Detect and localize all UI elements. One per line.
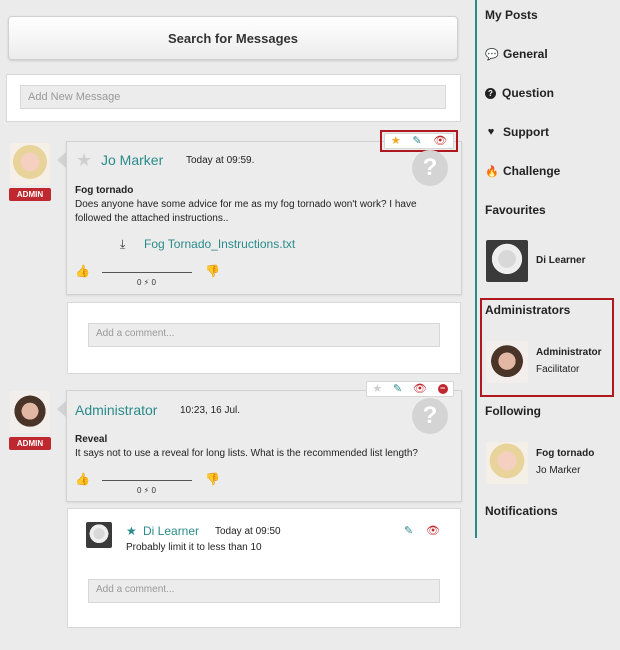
sidebar-item-support[interactable]: ♥ Support: [485, 125, 549, 139]
sidebar-item-question[interactable]: ? Question: [485, 86, 554, 100]
post-body: It says not to use a reveal for long lis…: [75, 448, 418, 459]
attachment-link[interactable]: Fog Tornado_Instructions.txt: [144, 237, 295, 251]
sidebar-divider: [475, 0, 477, 538]
admin-badge: ADMIN: [9, 437, 51, 450]
sidebar-notifications[interactable]: Notifications: [485, 504, 558, 518]
heart-icon: ♥: [487, 126, 495, 138]
sidebar-item-label: General: [503, 47, 548, 61]
sidebar-favourites-heading: Favourites: [485, 203, 546, 217]
thumbs-up-icon[interactable]: 👍: [75, 472, 90, 486]
vote-bar: [102, 272, 192, 273]
favourite-star-icon[interactable]: ★: [391, 135, 401, 147]
favourite-star-icon[interactable]: ★: [372, 383, 382, 395]
thumbs-down-icon[interactable]: 👎: [205, 264, 220, 278]
speech-bubble-icon: 💬: [485, 48, 499, 61]
reply-star-icon[interactable]: ★: [126, 524, 137, 538]
question-icon: ?: [412, 398, 448, 434]
edit-pencil-icon[interactable]: ✎: [412, 135, 421, 147]
post-toolbar: ★ ✎ 👁: [384, 133, 454, 149]
vote-count: 0 ⚡ 0: [137, 486, 156, 495]
sidebar-item-label: Question: [502, 86, 555, 100]
post-title: Reveal: [75, 434, 108, 445]
sidebar-following-heading: Following: [485, 404, 541, 418]
comment-input[interactable]: Add a comment...: [88, 323, 440, 347]
following-author: Jo Marker: [536, 465, 581, 476]
question-icon: ?: [412, 150, 448, 186]
vote-bar: [102, 480, 192, 481]
post-time: Today at 09:59.: [186, 155, 255, 166]
post-toolbar: ★ ✎ 👁 −: [366, 381, 454, 397]
reply-author[interactable]: Di Learner: [143, 524, 199, 538]
sidebar-administrators-heading: Administrators: [485, 303, 571, 317]
avatar[interactable]: [10, 391, 50, 433]
favourite-name[interactable]: Di Learner: [536, 255, 585, 266]
thumbs-down-icon[interactable]: 👎: [205, 472, 220, 486]
star-icon[interactable]: ★: [76, 150, 92, 171]
admin-badge: ADMIN: [9, 188, 51, 201]
following-title[interactable]: Fog tornado: [536, 448, 594, 459]
comment-input[interactable]: Add a comment...: [88, 579, 440, 603]
post-time: 10:23, 16 Jul.: [180, 405, 241, 416]
following-avatar[interactable]: [486, 442, 528, 484]
delete-icon[interactable]: −: [437, 384, 448, 394]
post-body: Does anyone have some advice for me as m…: [75, 199, 417, 224]
post-pointer: [57, 401, 66, 417]
sidebar-item-label: Challenge: [503, 164, 561, 178]
hide-eye-icon[interactable]: 👁: [433, 135, 447, 147]
administrator-role: Facilitator: [536, 364, 580, 375]
download-icon[interactable]: ⤓: [120, 237, 125, 252]
sidebar-item-label: Support: [503, 125, 549, 139]
flame-icon: 🔥: [485, 165, 499, 178]
reply-time: Today at 09:50: [215, 526, 281, 537]
hide-eye-icon[interactable]: 👁: [413, 383, 427, 395]
sidebar-item-challenge[interactable]: 🔥 Challenge: [485, 164, 560, 178]
vote-count: 0 ⚡ 0: [137, 278, 156, 287]
new-message-input[interactable]: Add New Message: [20, 85, 446, 109]
post-title: Fog tornado: [75, 185, 134, 196]
post-author[interactable]: Administrator: [75, 402, 157, 418]
post-author[interactable]: Jo Marker: [101, 152, 163, 168]
reply-text: Probably limit it to less than 10: [126, 542, 262, 553]
administrator-avatar[interactable]: [486, 341, 528, 383]
avatar[interactable]: [10, 143, 50, 185]
sidebar-my-posts[interactable]: My Posts: [485, 8, 538, 22]
favourite-avatar[interactable]: [486, 240, 528, 282]
administrator-name[interactable]: Administrator: [536, 347, 602, 358]
hide-eye-icon[interactable]: 👁: [426, 526, 440, 537]
reply-avatar[interactable]: [86, 522, 112, 548]
question-circle-icon: ?: [485, 87, 496, 99]
thumbs-up-icon[interactable]: 👍: [75, 264, 90, 278]
post-pointer: [57, 152, 66, 168]
sidebar-item-general[interactable]: 💬 General: [485, 47, 548, 61]
search-messages-button[interactable]: Search for Messages: [8, 16, 458, 60]
edit-pencil-icon[interactable]: ✎: [404, 526, 413, 537]
edit-pencil-icon[interactable]: ✎: [393, 383, 402, 395]
